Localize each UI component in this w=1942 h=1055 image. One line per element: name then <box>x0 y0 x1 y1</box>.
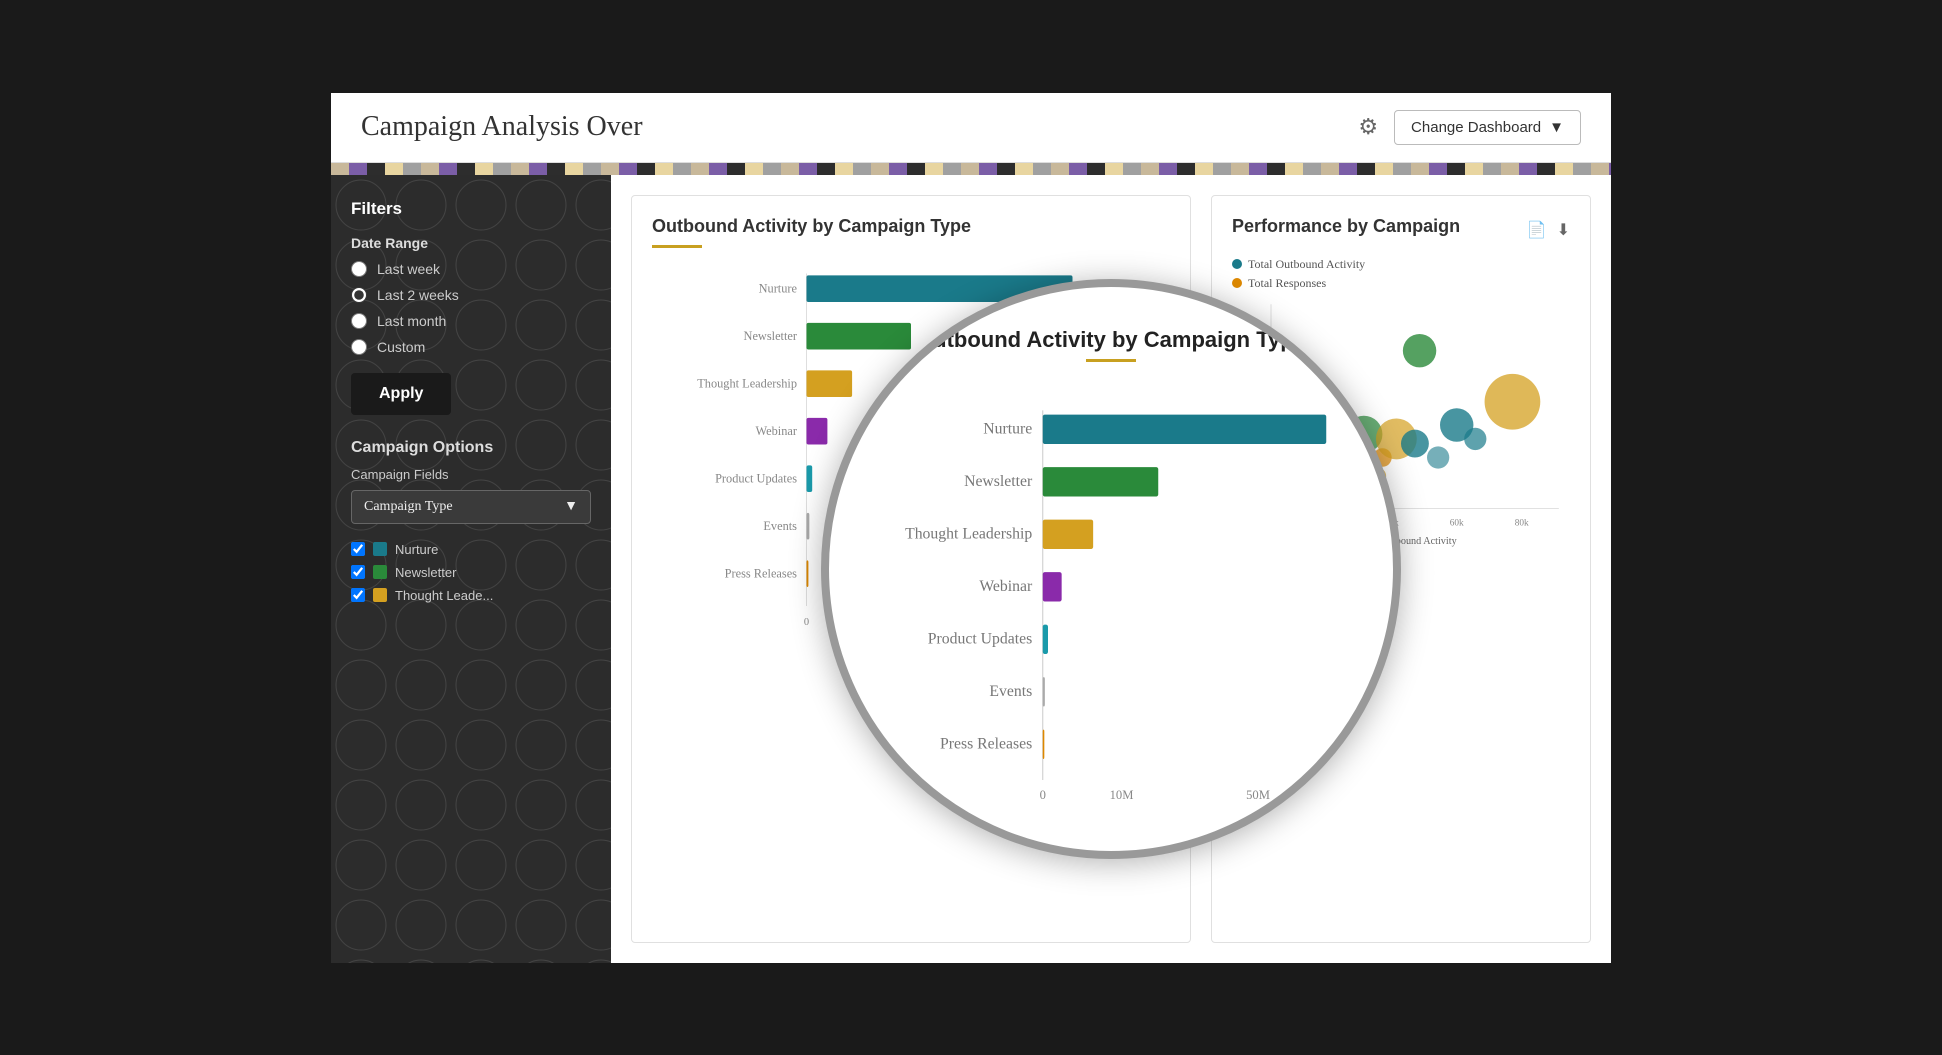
svg-text:Newsletter: Newsletter <box>744 329 797 343</box>
scatter-chart-card: Performance by Campaign 📄 ⬇ Total Outbou… <box>1211 195 1591 943</box>
legend-outbound: Total Outbound Activity <box>1232 257 1570 272</box>
svg-text:10M: 10M <box>889 617 909 628</box>
responses-legend-dot <box>1232 278 1242 288</box>
scatter-chart-header: Performance by Campaign 📄 ⬇ <box>1232 216 1570 245</box>
svg-text:20k: 20k <box>1320 518 1334 528</box>
header: Campaign Analysis Over ⚙ Change Dashboar… <box>331 93 1611 163</box>
campaign-checkbox-list: Nurture Newsletter Thought Leade... <box>351 542 591 603</box>
bar-chart: Nurture Newsletter Thought Leadership We… <box>652 264 1170 644</box>
svg-text:Thought Leadership: Thought Leadership <box>697 376 797 390</box>
bar-chart-underline <box>652 245 702 248</box>
campaign-options-title: Campaign Options <box>351 439 591 457</box>
svg-text:40k: 40k <box>1385 518 1399 528</box>
download-icon-button[interactable]: ⬇ <box>1557 220 1570 240</box>
bar-chart-card: Outbound Activity by Campaign Type Nurtu… <box>631 195 1191 943</box>
svg-text:1k: 1k <box>1258 441 1268 451</box>
campaign-type-dropdown[interactable]: Campaign Type ▼ <box>351 490 591 524</box>
scatter-chart-svg: 0 1k 2k 0 20k 40k 60k 80k Total Inbound … <box>1232 295 1570 555</box>
apply-button[interactable]: Apply <box>351 373 451 415</box>
svg-text:Press Releases: Press Releases <box>725 566 798 580</box>
legend-responses: Total Responses <box>1232 276 1570 291</box>
decorative-bar <box>331 163 1611 175</box>
scatter-chart-title: Performance by Campaign <box>1232 216 1460 237</box>
svg-text:80k: 80k <box>1515 518 1529 528</box>
checkbox-thought-leadership[interactable]: Thought Leade... <box>351 588 591 603</box>
checkbox-newsletter[interactable]: Newsletter <box>351 565 591 580</box>
page-title: Campaign Analysis Over <box>361 111 643 143</box>
radio-last-week[interactable]: Last week <box>351 261 591 277</box>
svg-text:0: 0 <box>1269 518 1274 528</box>
nurture-color-swatch <box>373 542 387 556</box>
chart-icon-group: 📄 ⬇ <box>1527 220 1570 240</box>
svg-text:60M: 60M <box>1063 617 1083 628</box>
newsletter-color-swatch <box>373 565 387 579</box>
change-dashboard-button[interactable]: Change Dashboard ▼ <box>1394 110 1581 145</box>
chevron-down-icon: ▼ <box>1549 119 1564 136</box>
sidebar: Filters Date Range Last week Last 2 week… <box>331 175 611 963</box>
content-area: Filters Date Range Last week Last 2 week… <box>331 175 1611 963</box>
radio-last-2-weeks[interactable]: Last 2 weeks <box>351 287 591 303</box>
svg-text:0: 0 <box>1263 503 1268 513</box>
date-range-group: Last week Last 2 weeks Last month Custom <box>351 261 591 355</box>
svg-text:Events: Events <box>763 519 797 533</box>
svg-text:60k: 60k <box>1450 518 1464 528</box>
gear-button[interactable]: ⚙ <box>1358 114 1378 140</box>
dropdown-chevron-icon: ▼ <box>564 499 578 515</box>
svg-text:50M: 50M <box>1025 617 1045 628</box>
filters-title: Filters <box>351 199 591 219</box>
charts-row: Outbound Activity by Campaign Type Nurtu… <box>631 195 1591 943</box>
outbound-legend-dot <box>1232 259 1242 269</box>
svg-text:Total Inbound Activity: Total Inbound Activity <box>1364 535 1458 546</box>
thought-leadership-color-swatch <box>373 588 387 602</box>
svg-text:Webinar: Webinar <box>755 424 797 438</box>
svg-text:0: 0 <box>804 617 809 628</box>
campaign-fields-label: Campaign Fields <box>351 467 591 482</box>
main-window: Campaign Analysis Over ⚙ Change Dashboar… <box>331 93 1611 963</box>
date-range-label: Date Range <box>351 235 591 251</box>
radio-last-month[interactable]: Last month <box>351 313 591 329</box>
svg-text:2k: 2k <box>1258 380 1268 390</box>
document-icon-button[interactable]: 📄 <box>1527 220 1547 240</box>
svg-text:Nurture: Nurture <box>759 281 798 295</box>
main-content: Outbound Activity by Campaign Type Nurtu… <box>611 175 1611 963</box>
checkbox-nurture[interactable]: Nurture <box>351 542 591 557</box>
svg-text:Product Updates: Product Updates <box>715 471 797 485</box>
bar-chart-svg: Nurture Newsletter Thought Leadership We… <box>652 264 1170 644</box>
header-actions: ⚙ Change Dashboard ▼ <box>1358 110 1581 145</box>
bar-chart-title: Outbound Activity by Campaign Type <box>652 216 1170 237</box>
radio-custom[interactable]: Custom <box>351 339 591 355</box>
